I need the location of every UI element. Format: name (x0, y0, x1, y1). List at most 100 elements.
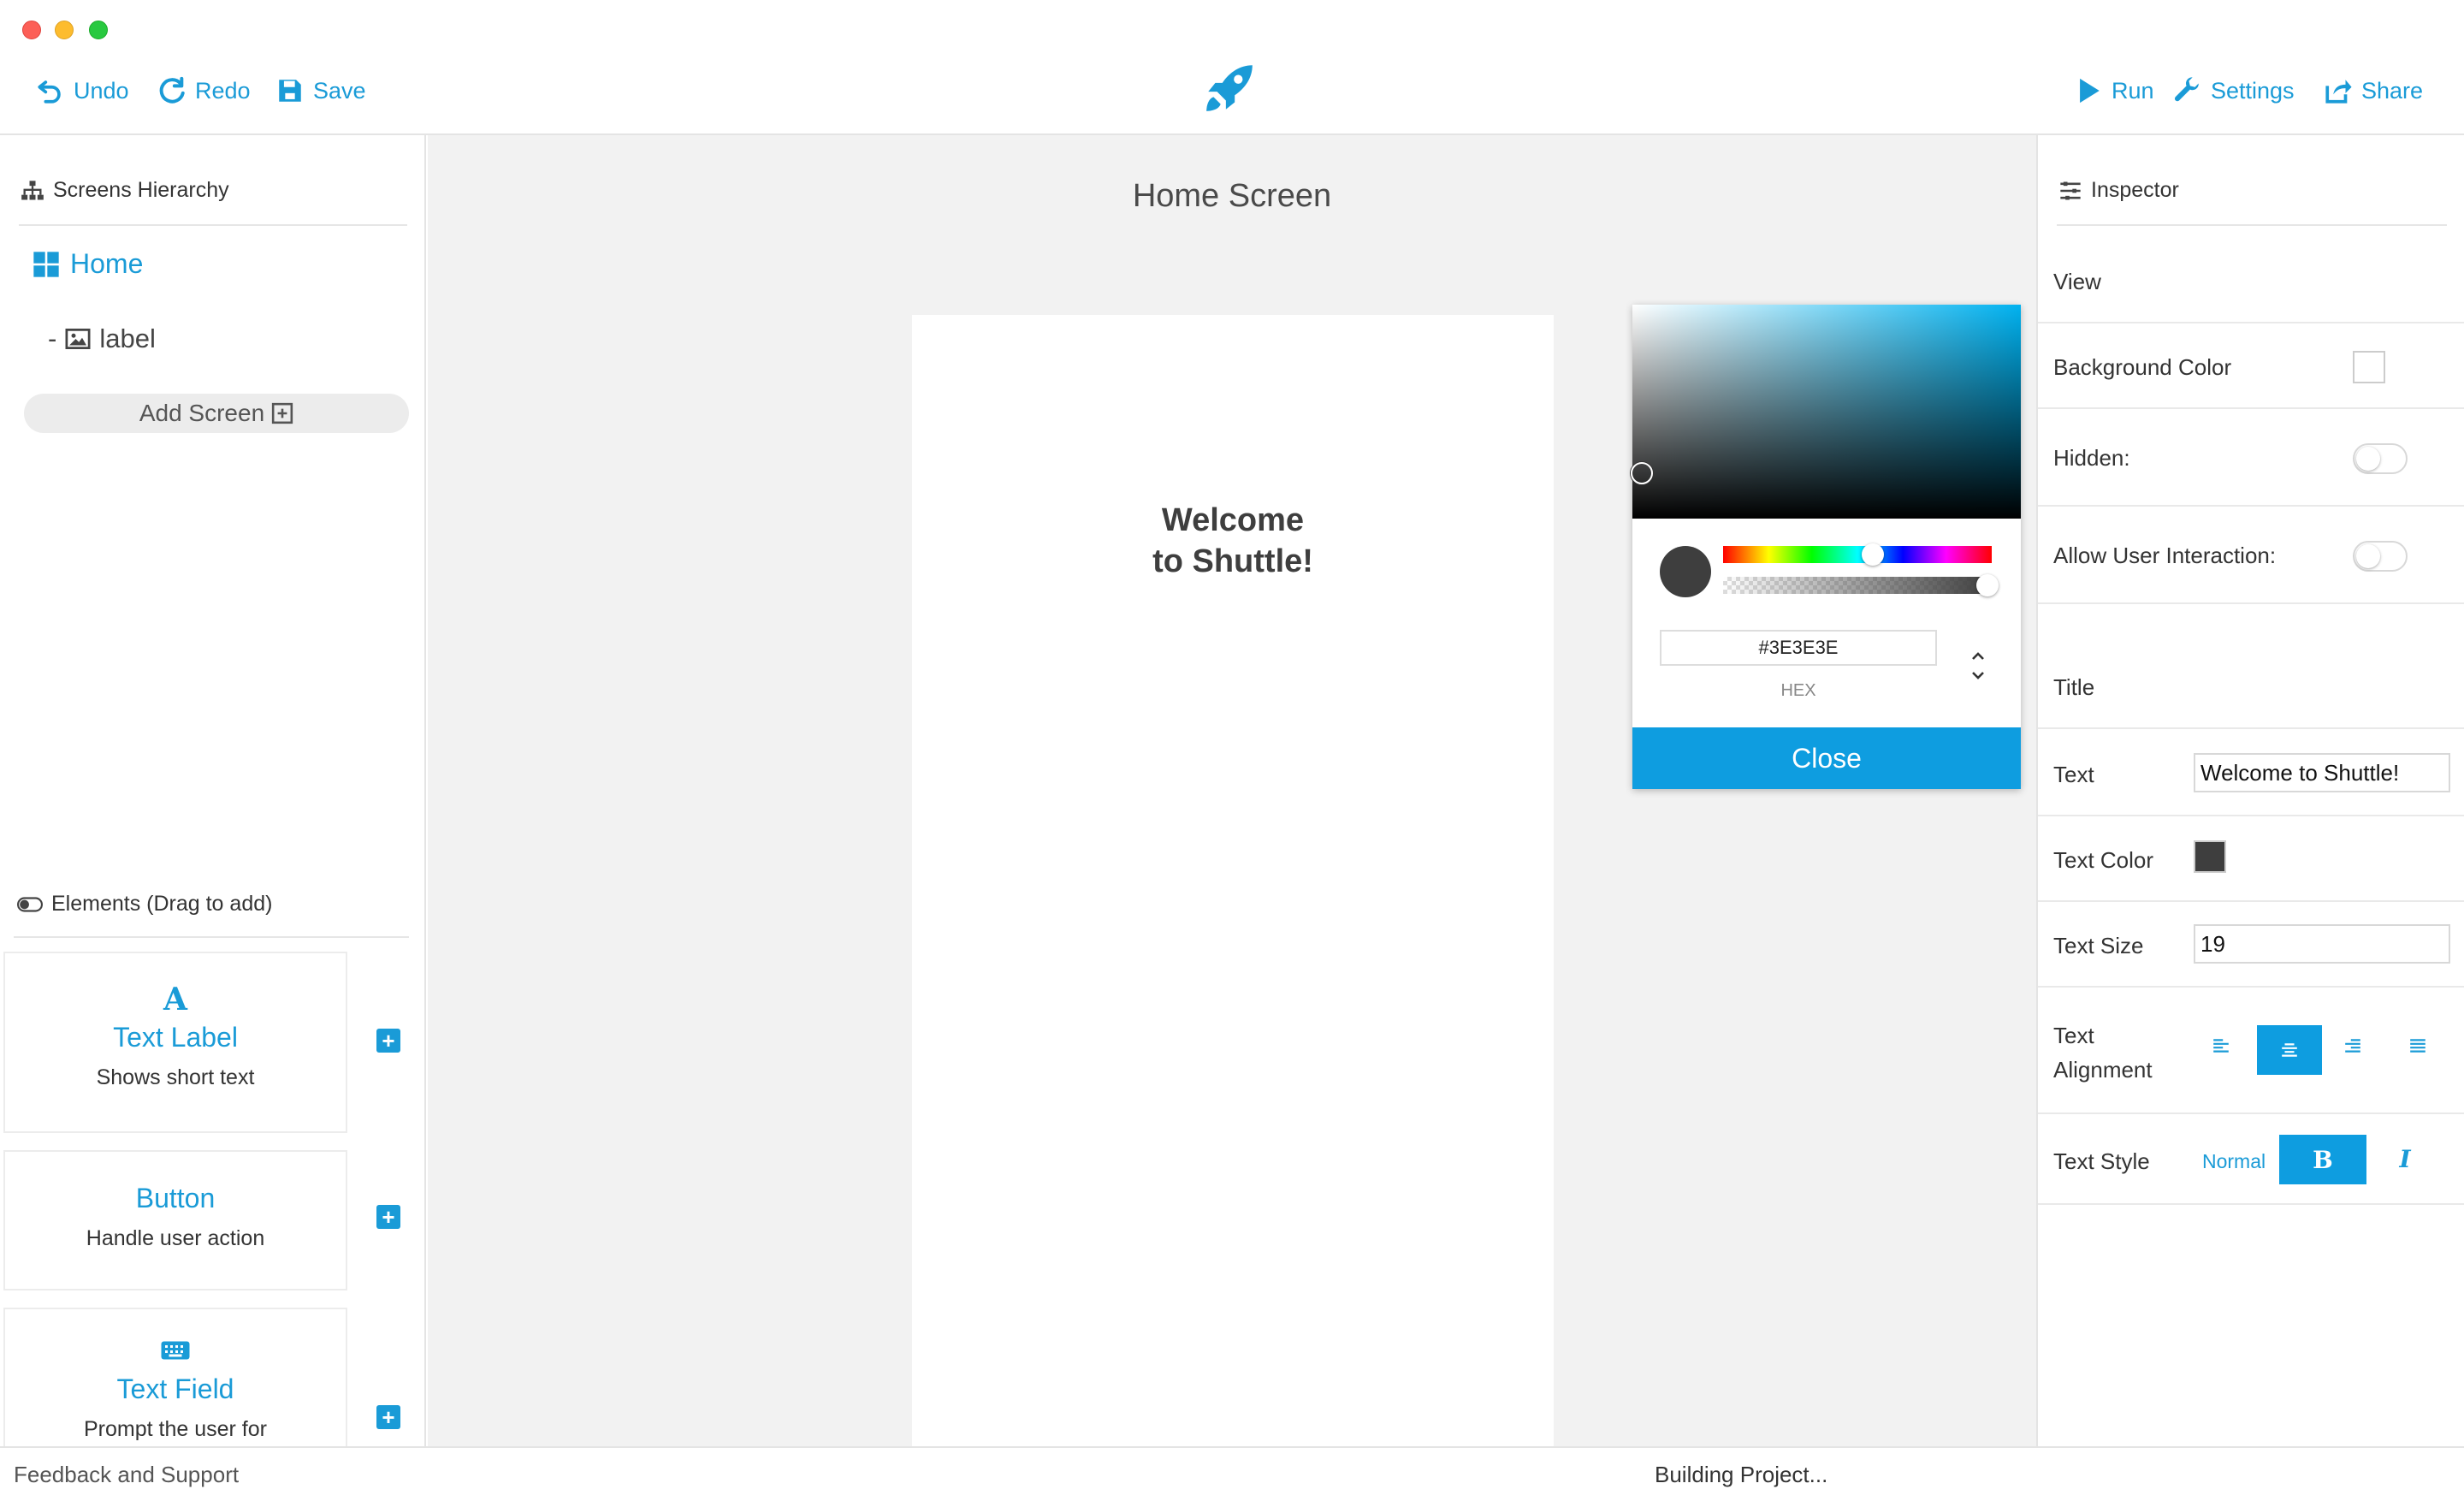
align-center-button[interactable] (2257, 1025, 2322, 1075)
keyboard-icon (161, 1341, 190, 1360)
welcome-title-label[interactable]: Welcome to Shuttle! (912, 500, 1554, 582)
view-section-title: View (2053, 269, 2101, 294)
toggle-icon (17, 896, 43, 912)
align-justify-button[interactable] (2402, 1029, 2433, 1063)
close-picker-button[interactable]: Close (1632, 727, 2021, 789)
saturation-brightness-area[interactable] (1631, 305, 2021, 519)
toolbar: Undo Redo Save Run Settings Share (0, 0, 2464, 135)
format-toggle-button[interactable] (1968, 647, 1988, 685)
hue-slider[interactable] (1723, 543, 1992, 566)
close-window-button[interactable] (22, 21, 41, 39)
divider (2038, 986, 2464, 988)
color-preview-swatch (1660, 546, 1711, 597)
hex-input[interactable]: #3E3E3E (1660, 630, 1937, 666)
run-label: Run (2112, 77, 2154, 104)
saturation-handle[interactable] (1631, 462, 1653, 484)
screen-title: Home Screen (1132, 178, 1332, 214)
element-title: Button (135, 1183, 216, 1213)
hidden-toggle[interactable] (2353, 443, 2408, 474)
style-italic-button[interactable]: I (2392, 1145, 2418, 1173)
background-color-swatch[interactable] (2353, 351, 2385, 383)
allow-user-interaction-label: Allow User Interaction: (2053, 543, 2277, 568)
title-section-title: Title (2053, 674, 2095, 700)
text-alignment-label-line-2: Alignment (2053, 1057, 2153, 1083)
element-card-text-field[interactable]: Text Field Prompt the user for (3, 1308, 347, 1446)
align-right-icon (2345, 1039, 2360, 1053)
hierarchy-item-label[interactable]: - label (48, 323, 156, 354)
align-justify-icon (2410, 1039, 2426, 1053)
add-screen-button[interactable]: Add Screen (24, 394, 409, 433)
divider (2057, 224, 2447, 226)
hidden-label: Hidden: (2053, 445, 2130, 471)
windows-grid-icon (33, 251, 59, 277)
hue-handle[interactable] (1862, 543, 1884, 566)
element-card-text-label[interactable]: A Text Label Shows short text (3, 952, 347, 1133)
feedback-link[interactable]: Feedback and Support (14, 1462, 239, 1488)
inspector-title: Inspector (2091, 178, 2179, 202)
build-status-text: Building Project... (1655, 1462, 1828, 1487)
style-normal-button[interactable]: Normal (2202, 1150, 2266, 1173)
divider (2038, 727, 2464, 729)
align-left-icon (2213, 1039, 2229, 1053)
divider (2038, 1203, 2464, 1205)
child-prefix: - (48, 323, 57, 353)
add-button-button[interactable]: + (376, 1205, 400, 1229)
settings-button[interactable]: Settings (2173, 72, 2295, 110)
add-text-label-button[interactable]: + (376, 1029, 400, 1053)
element-subtitle: Shows short text (96, 1065, 255, 1089)
text-color-label: Text Color (2053, 847, 2154, 873)
wrench-icon (2174, 77, 2199, 102)
add-text-field-button[interactable]: + (376, 1405, 400, 1429)
image-icon (65, 329, 91, 349)
text-size-input[interactable]: 19 (2194, 924, 2450, 964)
inspector-header: Inspector (2058, 178, 2179, 203)
left-sidebar: Screens Hierarchy Home - label Add Scree… (0, 135, 426, 1446)
hierarchy-item-home[interactable]: Home (33, 248, 143, 280)
elements-title: Elements (Drag to add) (51, 892, 273, 916)
element-subtitle: Prompt the user for (84, 1417, 267, 1441)
align-right-button[interactable] (2337, 1029, 2368, 1063)
text-color-swatch[interactable] (2194, 840, 2226, 873)
text-style-label: Text Style (2053, 1148, 2150, 1174)
letter-a-icon: A (163, 982, 187, 1017)
style-bold-button[interactable]: B (2279, 1135, 2366, 1184)
redo-icon (159, 76, 185, 104)
redo-button[interactable]: Redo (157, 72, 251, 110)
elements-header: Elements (Drag to add) (17, 892, 272, 917)
divider (2038, 322, 2464, 323)
welcome-line-1: Welcome (1161, 502, 1305, 538)
text-size-label: Text Size (2053, 933, 2144, 958)
device-screen-preview[interactable]: Welcome to Shuttle! (912, 315, 1554, 1446)
status-bar: Feedback and Support Building Project... (0, 1446, 2464, 1501)
color-picker-popup: #3E3E3E HEX Close (1631, 305, 2021, 789)
element-subtitle: Handle user action (86, 1226, 265, 1250)
play-icon (2080, 78, 2100, 104)
divider (14, 936, 409, 938)
element-card-button[interactable]: Button Handle user action (3, 1150, 347, 1290)
background-color-label: Background Color (2053, 354, 2232, 380)
rocket-icon (1201, 60, 1258, 116)
text-label: Text (2053, 762, 2094, 787)
zoom-window-button[interactable] (89, 21, 108, 39)
settings-label: Settings (2211, 77, 2295, 104)
up-down-chevron-icon (1972, 652, 1984, 679)
run-button[interactable]: Run (2074, 72, 2154, 110)
save-button[interactable]: Save (275, 72, 366, 110)
divider (2038, 407, 2464, 409)
text-input[interactable]: Welcome to Shuttle! (2194, 753, 2450, 792)
plus-square-icon (272, 402, 293, 424)
text-alignment-label: Text Alignment (2053, 1018, 2153, 1087)
text-alignment-label-line-1: Text (2053, 1023, 2094, 1048)
undo-button[interactable]: Undo (36, 72, 129, 110)
home-label: Home (70, 248, 144, 279)
allow-user-interaction-toggle[interactable] (2353, 541, 2408, 572)
divider (2038, 1112, 2464, 1114)
minimize-window-button[interactable] (55, 21, 74, 39)
divider (2038, 602, 2464, 604)
alpha-handle[interactable] (1976, 574, 1999, 596)
divider (2038, 900, 2464, 902)
child-label: label (99, 323, 156, 353)
align-left-button[interactable] (2206, 1029, 2236, 1063)
share-button[interactable]: Share (2324, 72, 2423, 110)
alpha-slider[interactable] (1723, 574, 1999, 596)
